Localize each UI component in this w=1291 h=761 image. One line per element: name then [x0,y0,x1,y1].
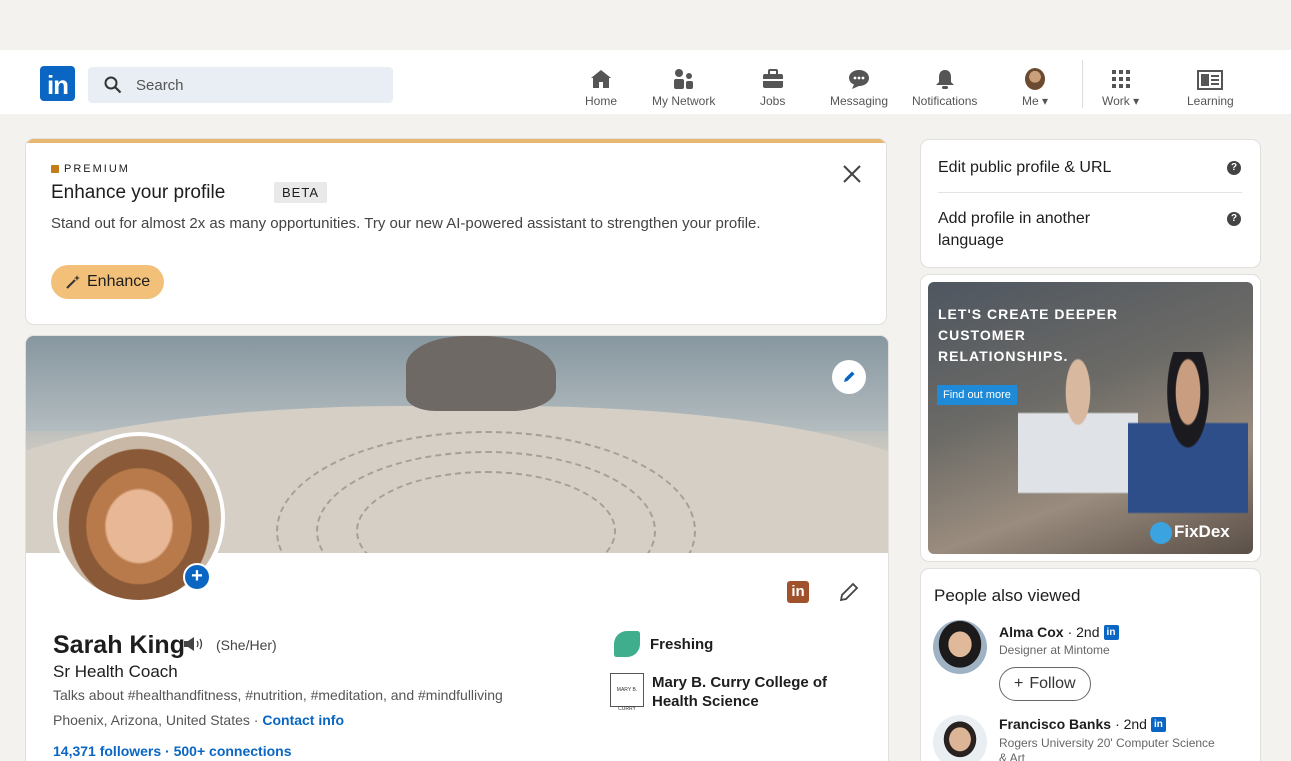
nav-notifications[interactable]: Notifications [912,66,977,108]
briefcase-icon [762,69,783,88]
home-icon [591,70,611,88]
connection-degree: · 2nd [1115,716,1147,732]
nav-divider [1082,60,1083,108]
linkedin-badge-icon: in [1103,624,1119,640]
avatar[interactable] [933,620,987,674]
enhance-description: Stand out for almost 2x as many opportun… [51,215,761,232]
edit-intro-icon[interactable] [838,581,860,603]
nav-messaging[interactable]: Messaging [830,66,888,108]
follow-button[interactable]: + Follow [999,667,1091,701]
nav-label: Work [1102,94,1130,108]
edit-public-profile-link[interactable]: Edit public profile & URL [938,157,1111,179]
nav-label: Messaging [830,94,889,108]
education[interactable]: MARY B. CURRY Mary B. Curry College of H… [610,673,842,712]
avatar [1025,68,1046,90]
person-name-row[interactable]: Alma Cox · 2nd in [999,624,1119,640]
person-subtitle: Designer at Mintome [999,643,1110,657]
premium-label-text: PREMIUM [64,163,130,175]
ad-person [1018,352,1138,552]
company-logo [614,631,640,657]
nav-me[interactable]: Me ▾ [1022,66,1048,108]
search-input[interactable]: Search [88,67,393,103]
ad-card[interactable]: LET'S CREATE DEEPER CUSTOMER RELATIONSHI… [921,275,1260,561]
profile-headline: Sr Health Coach [53,662,178,681]
chevron-down-icon: ▾ [1042,94,1049,108]
nav-label: Notifications [912,94,978,108]
search-icon [104,76,122,94]
profile-name: Sarah King [53,631,185,659]
connection-degree: · 2nd [1067,624,1100,640]
message-icon [849,70,870,89]
nav-label: Home [585,94,618,108]
grid-icon [1111,70,1130,88]
person-name: Francisco Banks [999,716,1112,732]
followers-connections-link[interactable]: 14,371 followers · 500+ connections [53,743,292,759]
ad-headline: LET'S CREATE DEEPER CUSTOMER RELATIONSHI… [938,306,1118,364]
contact-info-link[interactable]: Contact info [262,712,344,728]
separator: · [249,712,263,728]
nav-label: Learning [1187,94,1234,108]
person-name-row[interactable]: Francisco Banks · 2nd in [999,716,1166,732]
linkedin-badge-icon[interactable]: in [787,581,809,603]
magic-wand-icon [66,275,80,289]
company-name: Freshing [650,635,714,653]
nav-work[interactable]: Work ▾ [1102,66,1139,108]
nav-learning[interactable]: Learning [1187,66,1234,108]
bell-icon [935,70,954,89]
close-icon[interactable] [841,163,863,185]
avatar[interactable] [933,715,987,761]
divider [938,192,1242,193]
pencil-icon [844,371,855,382]
speaker-icon[interactable] [183,636,209,652]
nav-label: My Network [652,94,716,108]
profile-location: Phoenix, Arizona, United States [53,712,250,728]
premium-label: PREMIUM [51,163,130,175]
add-photo-button[interactable]: + [183,563,211,591]
brand-logo-icon [1150,522,1172,544]
profile-settings-card: Edit public profile & URL ? Add profile … [921,140,1260,267]
add-language-profile-link[interactable]: Add profile in another language [938,208,1158,252]
enhance-button[interactable]: Enhance [51,265,165,299]
network-icon [673,69,693,89]
search-placeholder: Search [136,77,184,94]
school-logo: MARY B. CURRY [610,673,644,712]
premium-icon [51,165,59,173]
profile-card: + in Sarah King (She/Her) Sr Health Coac… [26,336,888,761]
profile-topics: Talks about #healthandfitness, #nutritio… [53,687,503,703]
school-name: Mary B. Curry College of Health Science [652,674,828,710]
profile-location-row: Phoenix, Arizona, United States · Contac… [53,712,344,728]
linkedin-badge-icon: in [1150,716,1166,732]
section-title: People also viewed [934,586,1081,605]
learning-icon [1197,70,1224,90]
edit-cover-button[interactable] [832,360,866,394]
nav-my-network[interactable]: My Network [652,66,715,108]
plus-icon: + [1014,675,1024,692]
nav-label: Jobs [760,94,786,108]
cover-rock [406,336,556,411]
enhance-button-label: Enhance [87,273,151,290]
help-icon[interactable]: ? [1227,161,1241,175]
beta-badge: BETA [274,182,327,203]
chevron-down-icon: ▾ [1133,94,1140,108]
premium-enhance-card: PREMIUM Enhance your profile BETA Stand … [26,139,886,324]
nav-label: Me [1022,94,1039,108]
ad-brand: FixDex [1174,522,1230,541]
current-company[interactable]: Freshing [614,631,713,657]
premium-accent-bar [26,139,886,143]
follow-button-label: Follow [1029,675,1076,692]
pronouns: (She/Her) [216,637,277,653]
enhance-title: Enhance your profile [51,182,226,203]
ad-image: LET'S CREATE DEEPER CUSTOMER RELATIONSHI… [928,282,1253,554]
nav-home[interactable]: Home [585,66,617,108]
person-subtitle: Rogers University 20' Computer Science &… [999,736,1215,761]
people-also-viewed-card: People also viewed Alma Cox · 2nd in Des… [921,569,1260,761]
ad-cta-button[interactable]: Find out more [937,385,1017,405]
help-icon[interactable]: ? [1227,212,1241,226]
linkedin-logo[interactable]: in [40,66,75,101]
person-name: Alma Cox [999,624,1064,640]
nav-jobs[interactable]: Jobs [760,66,785,108]
